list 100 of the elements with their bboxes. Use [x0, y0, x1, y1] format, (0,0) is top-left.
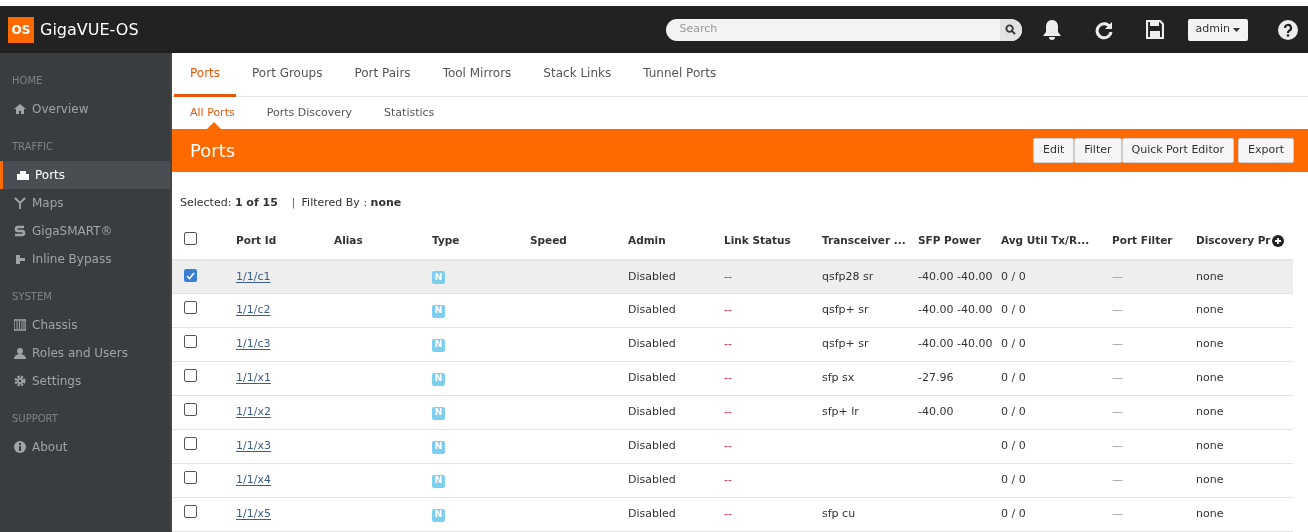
table-cell: none — [1196, 269, 1224, 283]
column-header[interactable]: Transceiver ... — [822, 234, 906, 247]
save-icon[interactable] — [1145, 20, 1164, 39]
checkbox[interactable] — [184, 231, 197, 245]
section-heading: SUPPORT — [11, 411, 59, 426]
selection-summary: Selected: 1 of 15 — [180, 195, 278, 211]
tab[interactable]: Ports — [174, 53, 237, 97]
map-icon — [14, 197, 26, 209]
sidebar-item[interactable]: Maps — [0, 189, 170, 217]
table-cell: 0 / 0 — [1001, 269, 1026, 283]
section-heading: SYSTEM — [11, 289, 53, 304]
caret-icon — [1233, 27, 1240, 32]
table-cell: 0 / 0 — [1001, 405, 1026, 419]
table-cell: — — [1112, 371, 1123, 385]
type-badge: N — [432, 406, 445, 420]
port-link[interactable]: 1/1/x1 — [236, 371, 271, 385]
table-cell: Disabled — [628, 337, 676, 351]
checkbox[interactable] — [184, 471, 197, 485]
sidebar-item[interactable]: Ports — [0, 161, 170, 189]
table-cell: -40.00 -40.00 — [918, 269, 993, 283]
type-badge: N — [432, 338, 445, 352]
toolbar-button[interactable]: Quick Port Editor — [1121, 137, 1234, 163]
port-link[interactable]: 1/1/c3 — [236, 337, 271, 351]
table-cell: qsfp+ sr — [822, 337, 869, 351]
table-cell: none — [1196, 405, 1224, 419]
bell-icon[interactable] — [1041, 18, 1062, 41]
sidebar-item[interactable]: Inline Bypass — [0, 245, 170, 273]
table-cell: Disabled — [628, 439, 676, 453]
port-link[interactable]: 1/1/x5 — [236, 507, 271, 521]
port-icon — [17, 169, 29, 181]
port-link[interactable]: 1/1/c1 — [236, 269, 271, 283]
add-column-icon[interactable] — [1271, 235, 1284, 248]
subtab[interactable]: Ports Discovery — [250, 96, 369, 129]
table-cell: none — [1196, 507, 1224, 521]
sidebar-item[interactable]: Roles and Users — [0, 339, 170, 367]
status-text: -- — [724, 371, 732, 385]
checkbox[interactable] — [184, 269, 197, 282]
search-input[interactable]: Search — [665, 21, 1000, 38]
table-cell: 0 / 0 — [1001, 371, 1026, 385]
refresh-icon[interactable] — [1093, 19, 1114, 40]
port-link[interactable]: 1/1/x2 — [236, 405, 271, 419]
checkbox[interactable] — [184, 437, 197, 451]
sidebar-item[interactable]: About — [0, 433, 170, 461]
tab[interactable]: Stack Links — [527, 53, 628, 97]
type-badge: N — [432, 508, 445, 522]
status-text: -- — [724, 337, 732, 351]
port-link[interactable]: 1/1/x3 — [236, 439, 271, 453]
type-badge: N — [432, 270, 445, 284]
column-header[interactable]: Alias — [334, 234, 363, 247]
status-text: -- — [724, 303, 732, 317]
toolbar-button[interactable]: Edit — [1032, 137, 1075, 163]
search-icon[interactable] — [999, 18, 1022, 41]
sidebar-item[interactable]: Chassis — [0, 311, 170, 339]
port-link[interactable]: 1/1/c2 — [236, 303, 271, 317]
home-icon — [14, 103, 26, 115]
checkbox[interactable] — [184, 505, 197, 519]
table-cell: 0 / 0 — [1001, 337, 1026, 351]
toolbar-button[interactable]: Filter — [1074, 137, 1122, 163]
type-badge: N — [432, 304, 445, 318]
smart-icon — [14, 225, 26, 237]
port-link[interactable]: 1/1/x4 — [236, 473, 271, 487]
column-header[interactable]: Speed — [530, 234, 567, 247]
checkbox[interactable] — [184, 403, 197, 417]
table-cell: none — [1196, 371, 1224, 385]
type-badge: N — [432, 474, 445, 488]
help-icon[interactable] — [1278, 19, 1298, 40]
table-cell: -40.00 -40.00 — [918, 337, 993, 351]
subtab[interactable]: Statistics — [368, 96, 451, 129]
tab[interactable]: Port Pairs — [338, 53, 427, 97]
column-header[interactable]: Avg Util Tx/R... — [1001, 234, 1090, 247]
status-text: -- — [724, 405, 732, 419]
column-header[interactable]: Link Status — [724, 234, 791, 247]
column-header[interactable]: Discovery Pr — [1196, 234, 1271, 247]
table-cell: — — [1112, 303, 1123, 317]
table-cell: sfp sx — [822, 371, 855, 385]
column-header[interactable]: SFP Power — [918, 234, 981, 247]
tab[interactable]: Tool Mirrors — [426, 53, 528, 97]
table-cell: Disabled — [628, 507, 676, 521]
bypass-icon — [14, 253, 26, 265]
table-cell: none — [1196, 473, 1224, 487]
search-field[interactable]: Search — [665, 18, 1022, 41]
tab[interactable]: Tunnel Ports — [627, 53, 733, 97]
checkbox[interactable] — [184, 335, 197, 349]
column-header[interactable]: Port Filter — [1112, 234, 1173, 247]
toolbar-button[interactable]: Export — [1238, 137, 1294, 163]
table-cell: — — [1112, 439, 1123, 453]
column-header[interactable]: Admin — [628, 234, 666, 247]
table-cell: none — [1196, 303, 1224, 317]
type-badge: N — [432, 440, 445, 454]
column-header[interactable]: Type — [432, 234, 460, 247]
sidebar-item[interactable]: Settings — [0, 367, 170, 395]
sidebar-item[interactable]: Overview — [0, 95, 170, 123]
status-text: -- — [724, 269, 732, 283]
table-cell: Disabled — [628, 303, 676, 317]
sidebar-item[interactable]: GigaSMART® — [0, 217, 170, 245]
checkbox[interactable] — [184, 369, 197, 383]
column-header[interactable]: Port Id — [236, 234, 277, 247]
user-menu-button[interactable]: admin — [1187, 18, 1248, 41]
tab[interactable]: Port Groups — [236, 53, 339, 97]
checkbox[interactable] — [184, 301, 197, 315]
